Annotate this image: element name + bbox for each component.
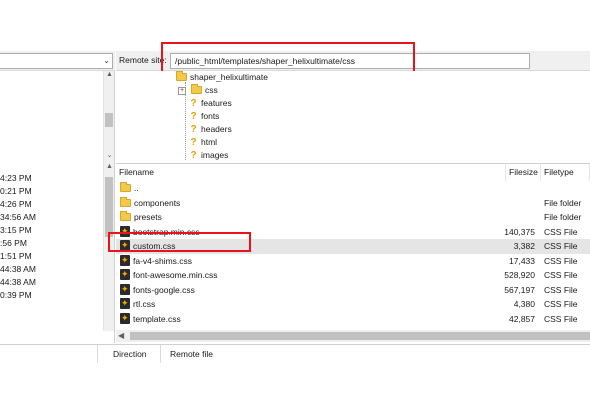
remote-site-label: Remote site:: [119, 55, 167, 65]
local-file-time: 44:38 AM: [0, 264, 36, 274]
scroll-thumb[interactable]: [130, 332, 590, 340]
local-file-time: 34:56 AM: [0, 212, 36, 222]
folder-icon: [120, 182, 131, 192]
column-divider: [160, 345, 161, 363]
column-header-filesize[interactable]: Filesize: [506, 164, 541, 181]
css-file-icon: [120, 312, 130, 324]
css-file-icon: [120, 283, 130, 295]
scroll-up-icon[interactable]: ▲: [104, 71, 115, 78]
tree-node[interactable]: ? features: [188, 97, 231, 110]
remote-list-hscrollbar[interactable]: ◀: [116, 330, 590, 342]
local-file-list: ▲ 4:23 PM 0:21 PM 4:26 PM 34:56 AM 3:15 …: [0, 163, 115, 343]
folder-icon: [191, 84, 202, 94]
folder-icon: [176, 71, 187, 81]
local-file-time: :56 PM: [0, 238, 27, 248]
file-row[interactable]: components File folder: [116, 196, 590, 211]
css-file-icon: [120, 298, 130, 309]
column-header-direction[interactable]: Direction: [113, 349, 147, 359]
file-row[interactable]: fonts-google.css 567,197 CSS File: [116, 283, 590, 298]
local-path-combobox[interactable]: ⌄: [0, 53, 113, 69]
scroll-up-icon[interactable]: ▲: [104, 163, 115, 170]
question-icon: ?: [190, 124, 197, 135]
question-icon: ?: [190, 150, 197, 161]
file-row[interactable]: presets File folder: [116, 210, 590, 225]
column-header-filetype[interactable]: Filetype: [541, 164, 590, 181]
local-path-bar: ⌄: [0, 51, 115, 71]
css-file-icon: [120, 254, 130, 266]
question-icon: ?: [190, 111, 197, 122]
scroll-left-icon[interactable]: ◀: [118, 331, 124, 340]
column-header-filename[interactable]: Filename: [116, 164, 506, 181]
local-file-time: 0:39 PM: [0, 290, 32, 300]
file-row[interactable]: template.css 42,857 CSS File: [116, 312, 590, 327]
transfer-queue-header: Direction Remote file: [0, 344, 590, 363]
question-icon: ?: [190, 137, 197, 148]
local-directory-tree: ▲ ⌄: [0, 71, 115, 163]
highlight-box: [108, 232, 251, 252]
column-divider: [97, 345, 98, 363]
tree-node[interactable]: ? fonts: [188, 110, 219, 123]
tree-node[interactable]: ? html: [188, 136, 217, 149]
scroll-thumb[interactable]: [105, 113, 113, 127]
tree-node[interactable]: shaper_helixultimate: [176, 71, 268, 84]
chevron-down-icon[interactable]: ⌄: [103, 56, 110, 65]
remote-directory-tree: shaper_helixultimate + css ? features ? fo…: [116, 71, 590, 163]
local-file-time: 0:21 PM: [0, 186, 32, 196]
file-row[interactable]: ..: [116, 181, 590, 196]
scroll-down-icon[interactable]: ⌄: [104, 151, 115, 159]
css-file-icon: [120, 269, 130, 280]
local-file-time: 3:15 PM: [0, 225, 32, 235]
remote-file-list: Filename Filesize Filetype .. components…: [116, 163, 590, 343]
file-row[interactable]: rtl.css 4,380 CSS File: [116, 297, 590, 312]
column-header-remote-file[interactable]: Remote file: [170, 349, 213, 359]
expand-plus-icon[interactable]: +: [178, 87, 186, 95]
local-tree-scrollbar[interactable]: ▲ ⌄: [103, 71, 114, 163]
local-file-time: 4:26 PM: [0, 199, 32, 209]
scroll-thumb[interactable]: [105, 177, 113, 237]
folder-icon: [120, 196, 131, 207]
tree-node-css[interactable]: + css: [178, 84, 218, 97]
local-file-time: 44:38 AM: [0, 277, 36, 287]
question-icon: ?: [190, 98, 197, 109]
folder-icon: [120, 211, 131, 221]
tree-node[interactable]: ? headers: [188, 123, 231, 136]
local-file-time: 1:51 PM: [0, 251, 32, 261]
file-row[interactable]: fa-v4-shims.css 17,433 CSS File: [116, 254, 590, 269]
tree-node[interactable]: ? images: [188, 149, 228, 162]
local-file-time: 4:23 PM: [0, 173, 32, 183]
file-row[interactable]: font-awesome.min.css 528,920 CSS File: [116, 268, 590, 283]
